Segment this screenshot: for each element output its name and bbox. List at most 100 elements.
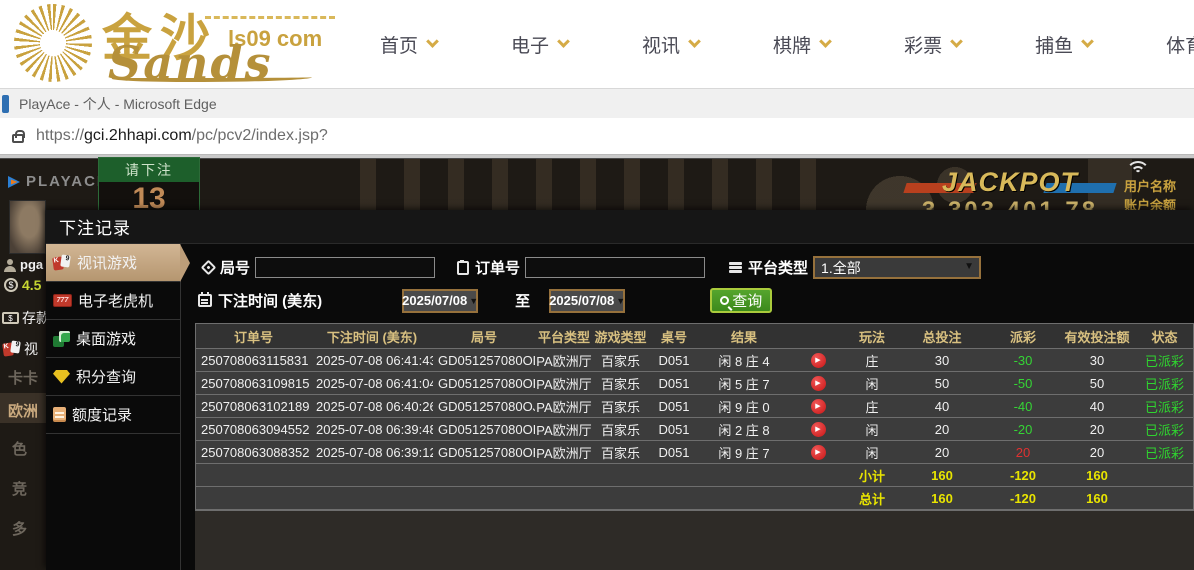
cell-platform: PA欧洲厅 <box>536 399 592 415</box>
cell-valid-bet: 20 <box>1089 444 1105 460</box>
nav-item-home[interactable]: 首页 <box>380 31 439 58</box>
col-header-result: 结果 <box>730 329 757 345</box>
replay-button[interactable]: ▶ <box>810 444 826 460</box>
nav-item-sports[interactable]: 体育 <box>1166 31 1194 58</box>
url-text[interactable]: https://gci.2hhapi.com/pc/pcv2/index.jsp… <box>36 127 328 145</box>
url-path: /pc/pcv2/index.jsp? <box>191 127 328 144</box>
nav-item-live[interactable]: 视讯 <box>642 31 701 58</box>
strip-item-europe[interactable]: 欧洲 <box>8 400 38 421</box>
strip-item-color[interactable]: 色 <box>12 438 27 459</box>
sidebar-item-quota-records[interactable]: 额度记录 <box>46 396 180 434</box>
cell-time: 2025-07-08 06:39:48 <box>316 421 433 437</box>
platform-type-select[interactable]: 1.全部 <box>813 256 982 279</box>
table-row: 250708063094552 2025-07-08 06:39:48 GD05… <box>196 418 1193 441</box>
nav-item-slots[interactable]: 电子 <box>511 31 570 58</box>
cell-play: 庄 <box>865 399 879 415</box>
nav-label: 捕鱼 <box>1035 35 1074 57</box>
col-header-game-type: 游戏类型 <box>594 329 647 345</box>
grand-total-total-bet: 160 <box>931 490 953 506</box>
search-icon <box>720 296 730 305</box>
cell-round: GD051257080OJ <box>438 398 535 414</box>
strip-item-card[interactable]: 卡卡 <box>8 367 38 388</box>
to-label: 至 <box>515 293 531 310</box>
strip-item-race[interactable]: 竞 <box>12 478 27 499</box>
cell-status: 已派彩 <box>1144 399 1184 415</box>
replay-button[interactable]: ▶ <box>810 375 826 391</box>
replay-button[interactable]: ▶ <box>810 421 826 437</box>
username-row: pga <box>4 257 43 272</box>
search-button[interactable]: 查询 <box>710 288 773 313</box>
cell-table-no: D051 <box>658 375 690 391</box>
cell-table-no: D051 <box>658 352 690 368</box>
avatar <box>9 200 46 254</box>
subtotal-label: 小计 <box>858 468 885 484</box>
clipboard-icon <box>457 259 470 275</box>
bet-records-table: 订单号 下注时间 (美东) 局号 平台类型 游戏类型 桌号 结果 玩法 总投注 … <box>195 323 1194 510</box>
replay-button[interactable]: ▶ <box>810 398 826 414</box>
replay-button[interactable]: ▶ <box>810 352 826 368</box>
video-menu-row[interactable]: 视 <box>2 339 38 359</box>
sidebar-item-live-games[interactable]: 视讯游戏 <box>46 244 180 282</box>
nav-label: 电子 <box>511 35 550 57</box>
calendar-icon <box>198 292 212 307</box>
cell-order: 250708063094552 <box>201 421 310 437</box>
cell-total-bet: 40 <box>934 398 950 414</box>
sidebar-item-slot-machines[interactable]: 电子老虎机 <box>46 282 180 320</box>
subtotal-row: 小计 160 -120 160 <box>196 464 1193 487</box>
nav-label: 棋牌 <box>773 35 812 57</box>
quota-document-icon <box>53 407 66 422</box>
cell-platform: PA欧洲厅 <box>536 422 592 438</box>
cell-status: 已派彩 <box>1144 445 1184 461</box>
date-to-picker[interactable]: 2025/07/08 <box>549 288 626 313</box>
nav-item-board[interactable]: 棋牌 <box>773 31 832 58</box>
cell-round: GD051257080OL <box>438 352 535 368</box>
modal-sidebar: 视讯游戏 电子老虎机 桌面游戏 积分查询 额度记录 <box>46 244 181 570</box>
round-number-input[interactable] <box>255 257 436 278</box>
cell-total-bet: 50 <box>934 375 950 391</box>
cell-round: GD051257080OH <box>438 444 535 460</box>
cell-payout: -40 <box>1013 398 1033 414</box>
cell-time: 2025-07-08 06:39:12 <box>316 444 433 460</box>
chevron-down-icon <box>426 35 439 48</box>
balance-value: 4.5 <box>22 277 42 293</box>
sidebar-item-label: 积分查询 <box>76 369 137 386</box>
col-header-order: 订单号 <box>233 329 273 345</box>
platform-type-label: 平台类型 <box>748 260 809 277</box>
cell-platform: PA欧洲厅 <box>536 353 592 369</box>
cell-time: 2025-07-08 06:40:26 <box>316 398 433 414</box>
col-header-table-no: 桌号 <box>660 329 687 345</box>
strip-item-multi[interactable]: 多 <box>12 518 27 539</box>
cell-game: 百家乐 <box>600 353 640 369</box>
order-number-input[interactable] <box>525 257 706 278</box>
layers-icon <box>729 262 743 265</box>
sidebar-item-table-games[interactable]: 桌面游戏 <box>46 320 180 358</box>
nav-item-lottery[interactable]: 彩票 <box>904 31 963 58</box>
url-domain: gci.2hhapi.com <box>84 127 192 144</box>
url-scheme: https:// <box>36 127 85 144</box>
filter-row-2: 下注时间 (美东) 2025/07/08 至 2025/07/08 查询 <box>198 288 1194 313</box>
bet-time-label: 下注时间 (美东) <box>218 293 323 310</box>
sidebar-item-label: 电子老虎机 <box>78 293 154 310</box>
edge-urlbar[interactable]: https://gci.2hhapi.com/pc/pcv2/index.jsp… <box>0 118 1194 155</box>
cell-payout: 20 <box>1015 444 1031 460</box>
bet-prompt: 请下注 <box>99 158 199 182</box>
table-games-icon <box>53 330 70 347</box>
cell-status: 已派彩 <box>1144 353 1184 369</box>
deposit-label: 存款 <box>22 310 46 326</box>
cell-payout: -50 <box>1013 375 1033 391</box>
modal-body: 视讯游戏 电子老虎机 桌面游戏 积分查询 额度记录 局号 <box>46 244 1194 570</box>
bet-countdown-box: 请下注 13 <box>98 157 200 215</box>
cell-valid-bet: 20 <box>1089 421 1105 437</box>
date-from-picker[interactable]: 2025/07/08 <box>402 288 479 313</box>
cell-result: 闲 9 庄 7 <box>718 445 770 461</box>
modal-title: 下注记录 <box>59 219 131 238</box>
sidebar-item-points-query[interactable]: 积分查询 <box>46 358 180 396</box>
deposit-row[interactable]: 存款 <box>2 308 46 328</box>
subtotal-payout: -120 <box>1009 467 1037 483</box>
table-row: 250708063102189 2025-07-08 06:40:26 GD05… <box>196 395 1193 418</box>
chevron-down-icon <box>557 35 570 48</box>
deposit-icon <box>2 312 19 324</box>
cell-status: 已派彩 <box>1144 376 1184 392</box>
nav-item-fishing[interactable]: 捕鱼 <box>1035 31 1094 58</box>
subtotal-total-bet: 160 <box>931 467 953 483</box>
